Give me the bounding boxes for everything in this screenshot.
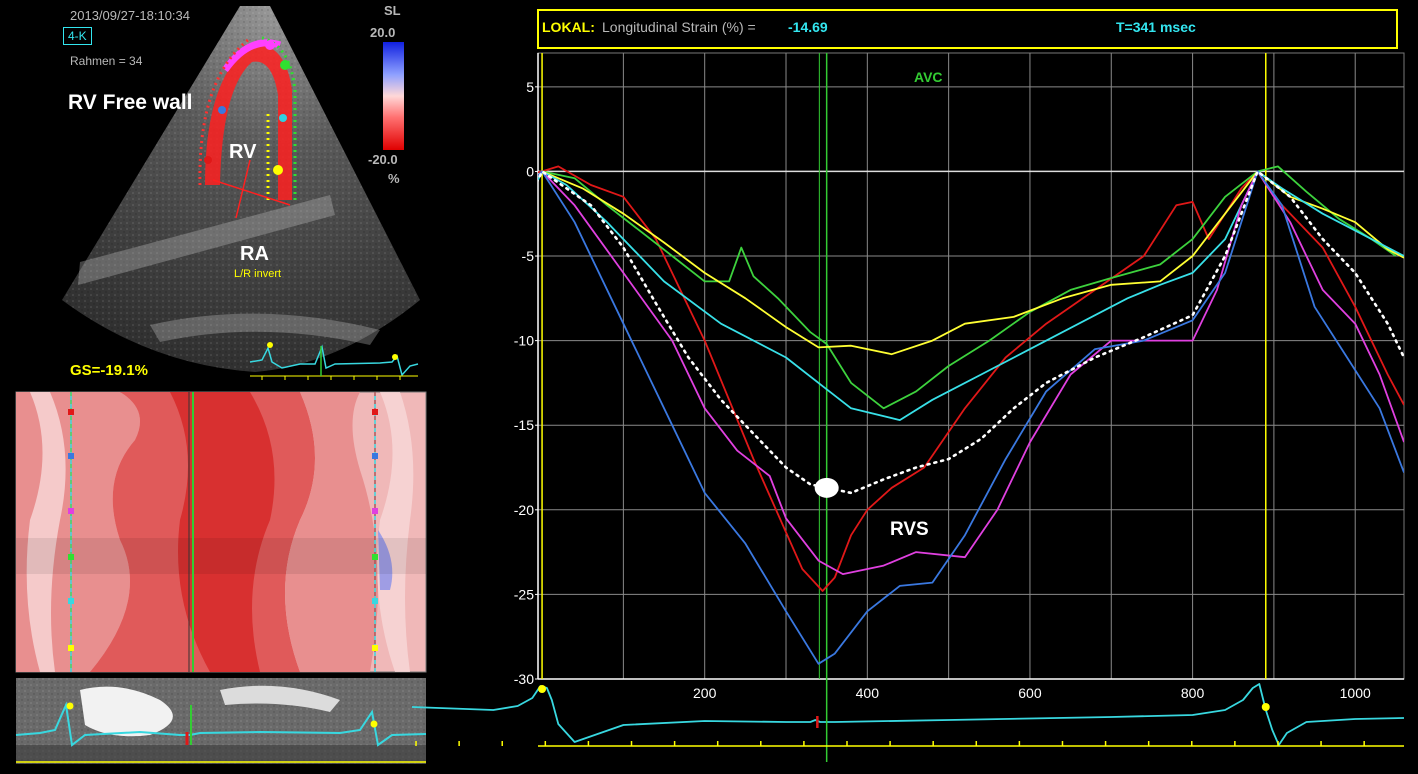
avc-label: AVC xyxy=(914,69,943,85)
x-tick-label: 200 xyxy=(693,685,717,701)
chart-ecg xyxy=(411,679,1405,762)
x-tick-label: 400 xyxy=(856,685,880,701)
segment-curve-yellow xyxy=(538,170,1404,356)
y-tick-label: -25 xyxy=(514,586,534,602)
ecg-cycle-dot xyxy=(1261,703,1270,711)
average-strain-curve xyxy=(538,170,1404,495)
y-tick-label: 0 xyxy=(526,163,534,179)
y-tick-label: -5 xyxy=(522,248,535,264)
y-tick-label: -15 xyxy=(514,417,534,433)
y-tick-label: 5 xyxy=(526,79,534,95)
rvs-peak-marker xyxy=(814,477,839,498)
x-tick-label: 600 xyxy=(1018,685,1042,701)
x-tick-label: 800 xyxy=(1181,685,1205,701)
y-tick-label: -20 xyxy=(514,502,534,518)
ecg-trace xyxy=(411,683,1405,746)
strain-chart: 50-5-10-15-20-25-30200 400 600 800 1000 AVC … xyxy=(411,52,1405,762)
y-tick-label: -30 xyxy=(514,671,534,687)
chart-grid xyxy=(537,52,1405,680)
segment-curve-cyan xyxy=(538,170,1404,422)
ecg-cycle-dot xyxy=(538,685,547,693)
segment-curve-magenta xyxy=(538,170,1404,575)
chart-series xyxy=(538,165,1404,665)
segment-curve-blue xyxy=(538,170,1404,665)
rvs-label: RVS xyxy=(890,519,929,540)
x-tick-label: 1000 xyxy=(1340,685,1371,701)
y-tick-label: -10 xyxy=(514,333,534,349)
